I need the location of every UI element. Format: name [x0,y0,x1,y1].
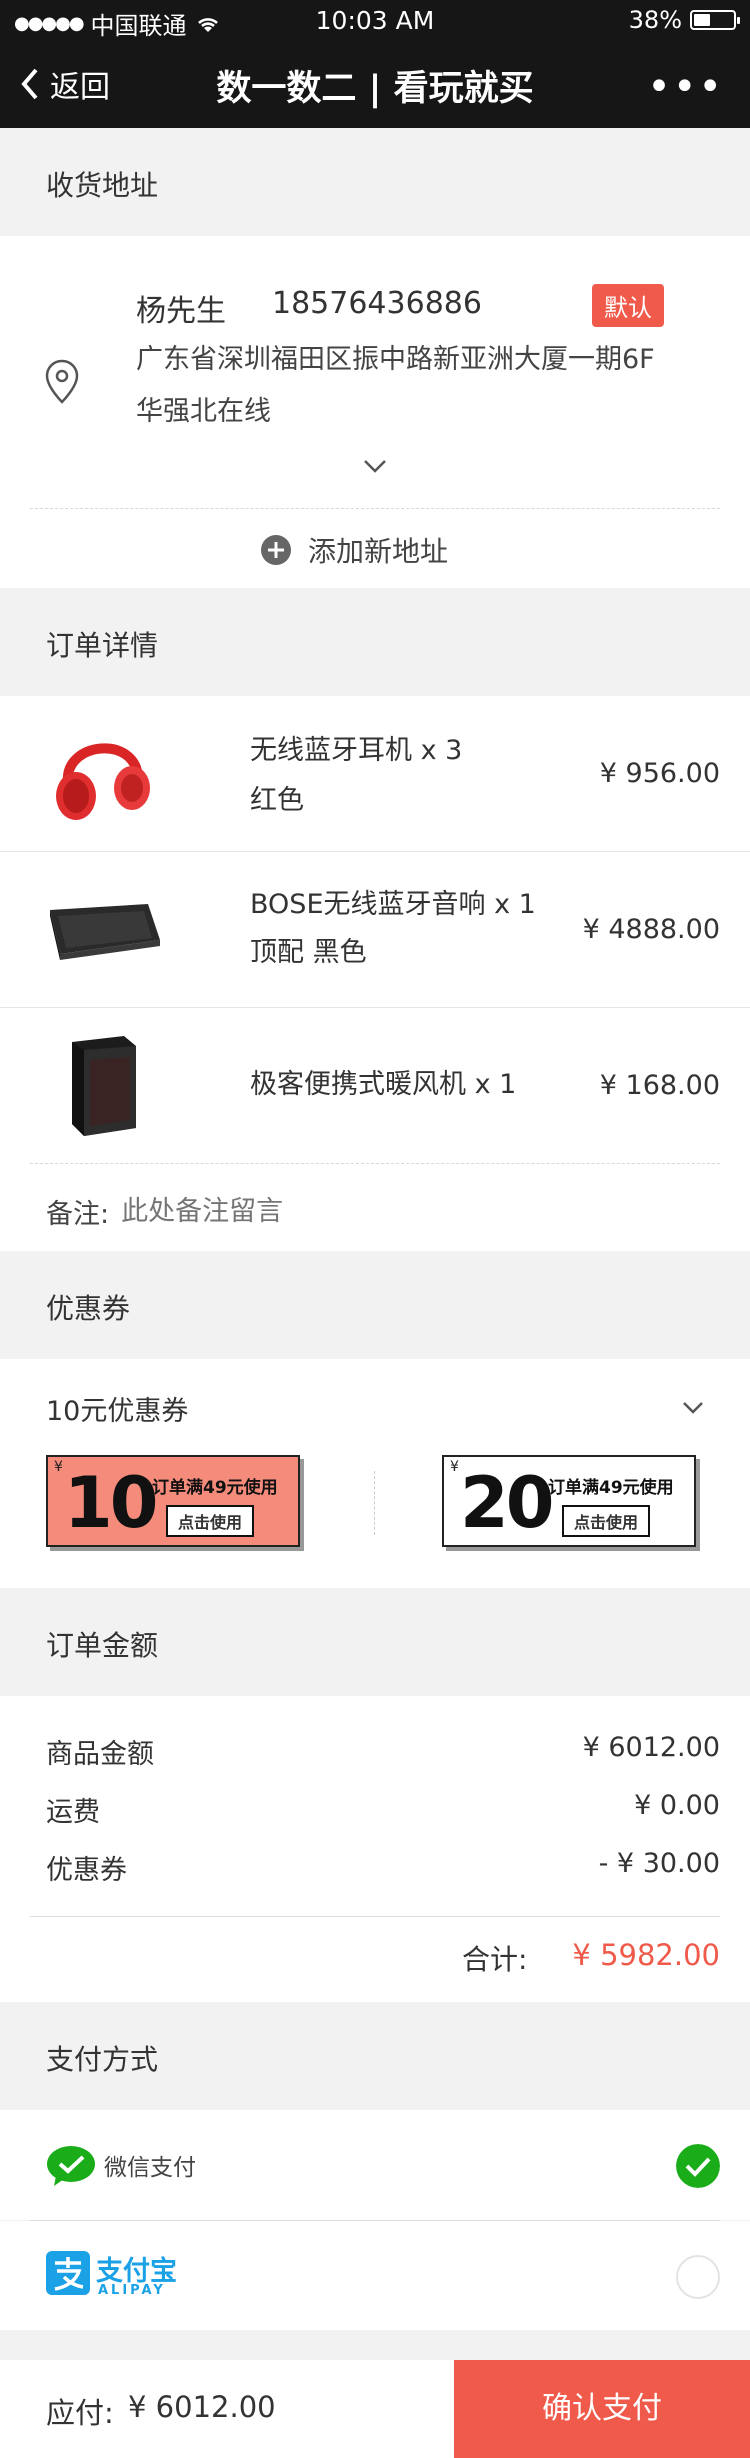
status-bar: ●●●●● 中国联通 10:03 AM 38% [0,0,750,40]
top-bar: ●●●●● 中国联通 10:03 AM 38% 返回 数一数二 | 看玩就买 •… [0,0,750,128]
due-label: 应付: [46,2396,114,2430]
coupon-20[interactable]: ¥ 20 订单满49元使用 点击使用 [442,1455,696,1547]
order-section-title: 订单详情 [46,629,159,662]
chevron-down-icon[interactable] [362,458,388,474]
list-item[interactable]: 极客便携式暖风机 x 1 ¥ 168.00 [0,1008,750,1163]
amount-card: 商品金额 ¥ 6012.00 运费 ¥ 0.00 优惠券 - ¥ 30.00 合… [0,1696,750,2002]
recipient-phone: 18576436886 [272,286,482,321]
shipping-value: ¥ 0.00 [634,1790,720,1821]
radio-circle-icon[interactable] [676,2255,720,2299]
address-line-1: 广东省深圳福田区振中路新亚洲大厦一期6F [136,344,655,375]
product-name: 无线蓝牙耳机 x 3 [250,735,463,766]
amount-section-title: 订单金额 [46,1629,159,1662]
order-list: 无线蓝牙耳机 x 3 红色 ¥ 956.00 BOSE无线蓝牙音响 x 1 顶配… [0,696,750,1251]
battery-percent: 38% [628,6,682,34]
list-item[interactable]: BOSE无线蓝牙音响 x 1 顶配 黑色 ¥ 4888.00 [0,852,750,1007]
location-pin-icon [45,359,79,404]
total-label: 合计: [462,1943,528,1976]
list-item[interactable]: 无线蓝牙耳机 x 3 红色 ¥ 956.00 [0,696,750,851]
checkout-page: ●●●●● 中国联通 10:03 AM 38% 返回 数一数二 | 看玩就买 •… [0,0,750,2458]
remark-input[interactable] [121,1196,622,1227]
order-section-header: 订单详情 [0,588,750,696]
address-divider [30,508,720,509]
coupon-amount: 10 [64,1462,158,1544]
address-section-title: 收货地址 [46,169,159,202]
coupon-card: 10元优惠券 ¥ 10 订单满49元使用 点击使用 ¥ 20 订单满49元使用 … [0,1359,750,1588]
goods-amount-label: 商品金额 [46,1739,154,1770]
use-coupon-button[interactable]: 点击使用 [562,1505,651,1537]
discount-value: - ¥ 30.00 [598,1848,720,1879]
coupon-condition: 订单满49元使用 [548,1478,674,1498]
coupon-condition: 订单满49元使用 [152,1478,278,1498]
address-line-2: 华强北在线 [136,396,271,427]
alipay-icon [46,2251,90,2295]
speaker-image [50,904,160,960]
payment-alipay[interactable]: 支付宝 ALIPAY [0,2221,750,2330]
amount-section-header: 订单金额 [0,1588,750,1696]
check-circle-icon[interactable] [676,2144,720,2188]
coupon-section-title: 优惠券 [46,1292,131,1325]
page-title: 数一数二 | 看玩就买 [216,69,534,109]
add-address-button[interactable]: 添加新地址 [260,530,448,570]
confirm-pay-button[interactable]: 确认支付 [454,2360,750,2458]
alipay-sublabel: ALIPAY [98,2283,166,2298]
use-coupon-button[interactable]: 点击使用 [166,1505,255,1537]
product-price: ¥ 956.00 [599,758,720,789]
heater-image [72,1036,136,1136]
nav-bar: 返回 数一数二 | 看玩就买 ••• [0,40,750,128]
product-spec: 红色 [250,785,304,816]
chevron-down-icon[interactable] [682,1401,704,1415]
remark-row: 备注: [46,1192,622,1231]
coupon-section-header: 优惠券 [0,1251,750,1359]
goods-amount-value: ¥ 6012.00 [582,1732,720,1763]
discount-label: 优惠券 [46,1855,127,1886]
payment-section-header: 支付方式 [0,2002,750,2110]
add-address-label: 添加新地址 [308,535,449,568]
more-button[interactable]: ••• [647,64,724,110]
due-value: ¥ 6012.00 [128,2390,276,2424]
payment-section-title: 支付方式 [46,2043,159,2076]
product-spec: 顶配 黑色 [250,937,367,968]
recipient-name: 杨先生 [136,294,226,329]
address-card[interactable]: 杨先生 18576436886 默认 广东省深圳福田区振中路新亚洲大厦一期6F … [0,236,750,588]
battery-icon [690,10,740,30]
plus-circle-icon [261,535,291,565]
product-price: ¥ 4888.00 [582,914,720,945]
coupon-selected[interactable]: 10元优惠券 [46,1389,188,1428]
shipping-label: 运费 [46,1797,100,1828]
product-price: ¥ 168.00 [599,1070,720,1101]
address-section-header: 收货地址 [0,128,750,236]
coupon-10[interactable]: ¥ 10 订单满49元使用 点击使用 [46,1455,300,1547]
default-badge: 默认 [592,284,664,327]
wechat-icon [47,2146,95,2186]
wechat-pay-label: 微信支付 [104,2155,196,2181]
payment-wechat[interactable]: 微信支付 [0,2110,750,2220]
checkout-footer: 应付: ¥ 6012.00 确认支付 [0,2360,750,2458]
coupon-amount: 20 [460,1462,554,1544]
headphones-image [56,743,150,820]
total-value: ¥ 5982.00 [572,1938,720,1972]
product-name: BOSE无线蓝牙音响 x 1 [250,889,536,920]
product-name: 极客便携式暖风机 x 1 [250,1069,517,1100]
remark-label: 备注: [46,1199,110,1230]
